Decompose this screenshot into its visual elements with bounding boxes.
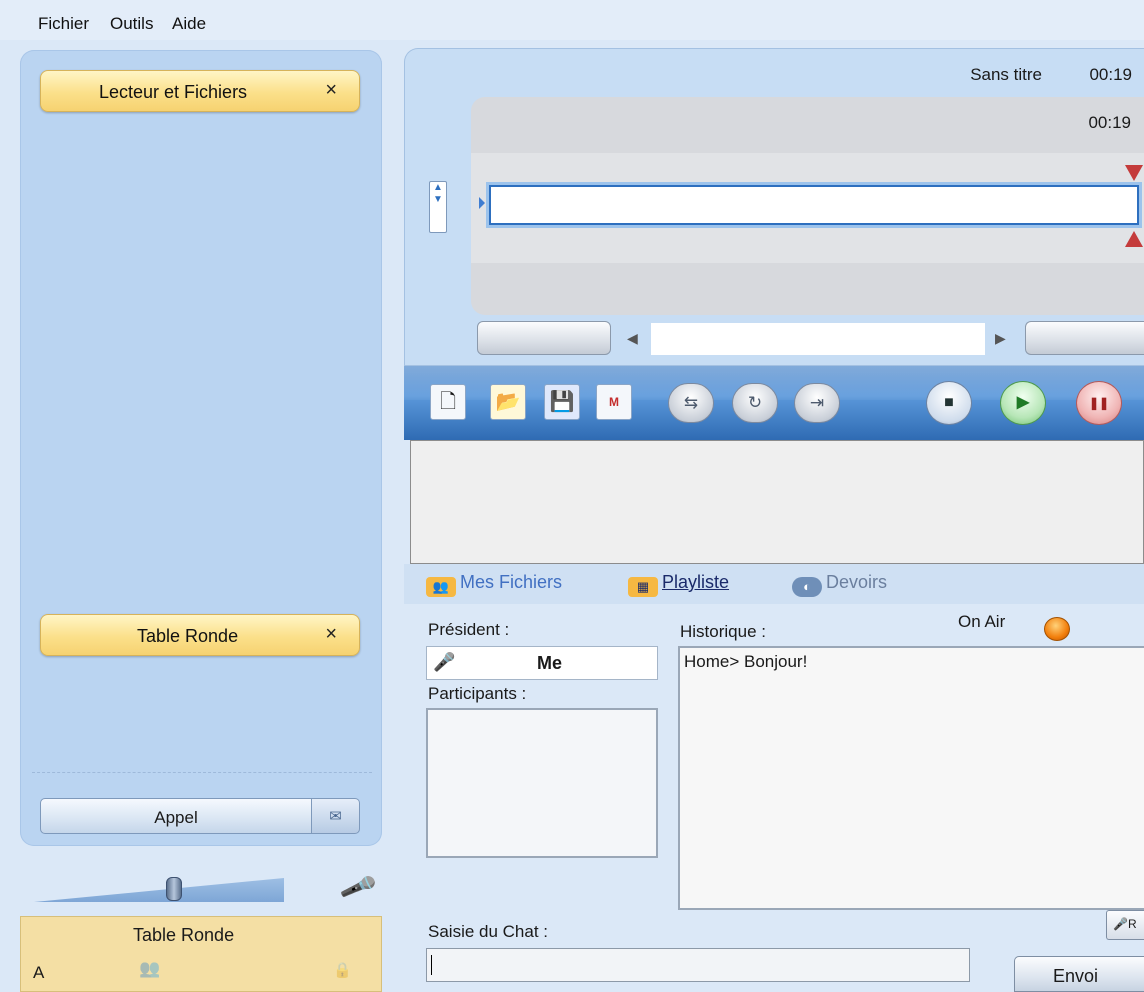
tab-mes-fichiers[interactable]: 👥 Mes Fichiers (426, 572, 562, 597)
lock-icon[interactable]: 🔒 (333, 961, 352, 979)
marker-bottom-icon[interactable] (1125, 231, 1143, 247)
on-air-label: On Air (958, 612, 1006, 631)
menu-fichier[interactable]: Fichier (38, 14, 89, 34)
close-icon[interactable]: × (325, 79, 337, 102)
appel-button[interactable]: Appel (40, 798, 312, 834)
record-button[interactable]: 🎤R (1106, 910, 1144, 940)
divider (32, 772, 372, 773)
record-label: R (1127, 917, 1137, 931)
table-ronde-title: Table Ronde (133, 925, 235, 945)
chat-panel: Président : 🎤 Me Participants : Historiq… (404, 604, 1144, 992)
chat-input[interactable] (426, 948, 970, 982)
arrow-left-icon[interactable]: ◀ (627, 330, 638, 347)
microphone-icon: 🎤 (433, 652, 456, 672)
history-line: Home> Bonjour! (684, 652, 808, 671)
play-icon[interactable]: ▶ (1000, 381, 1046, 425)
chat-input-label: Saisie du Chat : (428, 922, 549, 941)
player-panel: Sans titre 00:19 ▲ ▼ 00:19 ◀ ▶ (404, 48, 1144, 366)
menu-aide[interactable]: Aide (172, 14, 206, 34)
stop-icon[interactable]: ■ (926, 381, 972, 425)
president-label: Président : (428, 620, 510, 639)
time-total: 00:19 (1089, 65, 1132, 84)
participants-list[interactable] (426, 708, 658, 858)
open-folder-icon[interactable]: 📂 (490, 384, 526, 420)
close-icon[interactable]: × (325, 623, 337, 646)
tab-table-ronde[interactable]: Table Ronde × (40, 614, 360, 656)
tab-devoirs[interactable]: ◐ Devoirs (792, 572, 887, 597)
file-name: Sans titre (970, 65, 1042, 84)
history-area[interactable]: Home> Bonjour! (678, 646, 1144, 910)
president-field: 🎤 Me (426, 646, 658, 680)
scroll-left-button[interactable] (477, 321, 611, 355)
tab-table-label: Table Ronde (137, 626, 239, 646)
tabs-bar: 👥 Mes Fichiers ▦ Playliste ◐ Devoirs (404, 564, 1144, 604)
repeat-icon[interactable]: ↻ (732, 383, 778, 423)
microphone-icon[interactable]: 🎤 (338, 867, 379, 907)
mail-icon[interactable]: ✉ (312, 798, 360, 834)
export-icon[interactable]: ⇥ (794, 383, 840, 423)
new-file-icon[interactable]: 🗋 (430, 384, 466, 420)
president-value: Me (537, 653, 563, 673)
group-icon[interactable]: 👥 (139, 959, 160, 979)
cursor-arrow-icon (479, 197, 485, 209)
scroll-right-button[interactable] (1025, 321, 1144, 355)
volume-slider-thumb[interactable] (166, 877, 182, 901)
send-button[interactable]: Envoi (1014, 956, 1144, 992)
tab-playliste[interactable]: ▦ Playliste (628, 572, 729, 597)
tab-lecteur-label: Lecteur et Fichiers (99, 82, 248, 102)
marker-top-icon[interactable] (1125, 165, 1143, 181)
save-icon[interactable]: 💾 (544, 384, 580, 420)
waveform-icon[interactable]: M (596, 384, 632, 420)
table-ronde-box: Table Ronde A 👥 🔒 (20, 916, 382, 992)
volume-slider-track[interactable] (34, 878, 284, 902)
participants-label: Participants : (428, 684, 527, 703)
tab-playliste-label: Playliste (662, 572, 730, 592)
playlist-icon: ▦ (628, 577, 658, 597)
history-label: Historique : (680, 622, 766, 641)
scroll-field[interactable] (651, 323, 985, 355)
zoom-control[interactable]: ▲ ▼ (429, 181, 447, 233)
tab-mes-fichiers-label: Mes Fichiers (460, 572, 563, 592)
menu-bar: Fichier Outils Aide (0, 0, 1144, 40)
arrow-right-icon[interactable]: ▶ (995, 330, 1006, 347)
devoirs-icon: ◐ (792, 577, 822, 597)
tab-devoirs-label: Devoirs (826, 572, 888, 592)
waveform-area[interactable]: 00:19 (471, 97, 1144, 315)
menu-outils[interactable]: Outils (110, 14, 153, 34)
text-cursor (431, 955, 432, 975)
shuffle-icon[interactable]: ⇆ (668, 383, 714, 423)
pause-icon[interactable]: ❚❚ (1076, 381, 1122, 425)
users-icon: 👥 (426, 577, 456, 597)
audio-track[interactable] (489, 185, 1139, 225)
info-panel (410, 440, 1144, 564)
toolbar: 🗋 📂 💾 M ⇆ ↻ ⇥ ■ ▶ ❚❚ (404, 366, 1144, 440)
tab-lecteur-fichiers[interactable]: Lecteur et Fichiers × (40, 70, 360, 112)
on-air-indicator-icon (1044, 617, 1070, 641)
table-ronde-letter: A (33, 963, 45, 982)
time-position: 00:19 (1088, 113, 1131, 132)
left-panel: Lecteur et Fichiers × Table Ronde × Appe… (20, 50, 382, 846)
